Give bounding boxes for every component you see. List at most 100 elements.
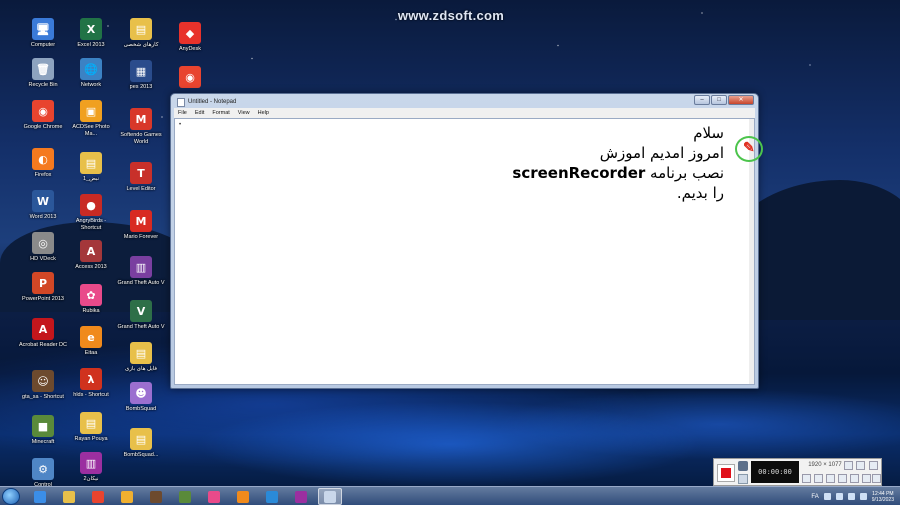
menu-help[interactable]: Help	[258, 110, 269, 116]
mouse-cursor-icon: ✎	[743, 139, 755, 155]
desktop-icon[interactable]: ▤ Rayan Pouya	[67, 412, 115, 443]
desktop-icon[interactable]: ⚙ Control	[19, 458, 67, 489]
clock-date: 9/13/2023	[871, 496, 894, 503]
recorder-tool-5[interactable]	[850, 474, 859, 483]
taskbar-ie-button[interactable]	[28, 488, 52, 505]
camera-icon[interactable]	[738, 461, 748, 471]
language-indicator[interactable]: FA	[811, 494, 818, 500]
app-icon: 🖥	[32, 18, 54, 40]
clock[interactable]: 12:44 PM 9/13/2023	[872, 491, 894, 503]
close-button[interactable]: ✕	[728, 95, 754, 105]
desktop-icon[interactable]: T Level Editor	[117, 162, 165, 193]
desktop-icon[interactable]: ◎ HD VDeck	[19, 232, 67, 263]
desktop-icon[interactable]: A Acrobat Reader DC	[19, 318, 67, 349]
minimize-button[interactable]: –	[694, 95, 710, 105]
record-stop-button[interactable]	[717, 464, 735, 482]
desktop-icon[interactable]: P PowerPoint 2013	[19, 272, 67, 303]
taskbar-rubika-button[interactable]	[202, 488, 226, 505]
desktop-icon[interactable]: ■ Minecraft	[19, 415, 67, 446]
taskbar-explorer-button[interactable]	[57, 488, 81, 505]
desktop-icon[interactable]: ▤ فایل های بازی	[117, 342, 165, 373]
desktop-icon-label: Google Chrome	[23, 124, 63, 130]
recorder-tool-2[interactable]	[814, 474, 823, 483]
desktop-icon-label: Computer	[30, 42, 56, 48]
desktop-icon[interactable]: ● AngryBirds - Shortcut	[67, 194, 115, 232]
taskbar-eitaa-button[interactable]	[231, 488, 255, 505]
taskbar-media-button[interactable]	[115, 488, 139, 505]
minimize-recorder-button[interactable]	[856, 461, 865, 470]
app-icon: ▤	[130, 342, 152, 364]
desktop-icon[interactable]: ☻ BombSquad	[117, 382, 165, 413]
recorder-settings-icon[interactable]	[872, 474, 881, 483]
desktop-icon[interactable]: W Word 2013	[19, 190, 67, 221]
recorder-tool-4[interactable]	[838, 474, 847, 483]
app-icon: ◎	[32, 232, 54, 254]
desktop-icon[interactable]: M Mario Forever	[117, 210, 165, 241]
desktop-icon[interactable]: ▤ BombSquad...	[117, 428, 165, 459]
desktop-icon[interactable]: e Eitaa	[67, 326, 115, 357]
desktop-icon[interactable]: ▦ pes 2013	[117, 60, 165, 91]
taskbar-edge-button[interactable]	[260, 488, 284, 505]
text-editor-area[interactable]: • سلام امروز امدیم اموزش نصب برنامه scre…	[174, 118, 755, 385]
desktop-icon[interactable]: 🌐 Network	[67, 58, 115, 89]
tray-volume-icon[interactable]	[847, 493, 855, 500]
desktop-icon[interactable]: 🖥 Computer	[19, 18, 67, 49]
desktop-icon[interactable]: 🗑 Recycle Bin	[19, 58, 67, 89]
taskbar-game-button[interactable]	[144, 488, 168, 505]
ie-icon	[34, 490, 46, 503]
desktop-icon-label: نیکان2	[83, 476, 99, 482]
desktop-icon[interactable]: ▥ Grand Theft Auto V	[117, 256, 165, 287]
screen-recorder-widget[interactable]: 00:00:00 1920 × 1077	[713, 458, 882, 486]
taskbar-winrar-button[interactable]	[289, 488, 313, 505]
app-icon: ▥	[80, 452, 102, 474]
recorder-tool-6[interactable]	[862, 474, 871, 483]
taskbar-notepad-button[interactable]	[318, 488, 342, 505]
app-icon: ☺	[32, 370, 54, 392]
desktop-icon[interactable]: λ hlds - Shortcut	[67, 368, 115, 399]
desktop-icon[interactable]: ✿ Rubika	[67, 284, 115, 315]
desktop-icon-label: Minecraft	[31, 439, 55, 445]
desktop-icon-label: Grand Theft Auto V	[117, 280, 165, 286]
desktop-icon-label: HD VDeck	[30, 256, 56, 262]
desktop-icon[interactable]: ◉	[166, 66, 214, 90]
desktop-icon[interactable]: ▥ نیکان2	[67, 452, 115, 483]
start-button[interactable]	[2, 488, 20, 505]
caret-marker: •	[179, 122, 182, 128]
desktop-icon[interactable]: ▤ کارهای شخصی	[117, 18, 165, 49]
desktop-icon[interactable]: M Softendo Games World	[117, 108, 165, 146]
desktop-icon[interactable]: ☺ gta_sa - Shortcut	[19, 370, 67, 401]
taskbar-chrome-button[interactable]	[86, 488, 110, 505]
app-icon: 🗑	[32, 58, 54, 80]
desktop-icon[interactable]: ◉ Google Chrome	[19, 100, 67, 131]
close-recorder-button[interactable]	[869, 461, 878, 470]
desktop-icon[interactable]: A Access 2013	[67, 240, 115, 271]
desktop-icon[interactable]: ▣ ACDSee Photo Ma...	[67, 100, 115, 138]
window-mode-button[interactable]	[844, 461, 853, 470]
app-icon: V	[130, 300, 152, 322]
system-tray: FA 12:44 PM 9/13/2023	[811, 487, 900, 505]
desktop-icon-label: BombSquad	[125, 406, 157, 412]
tray-battery-icon[interactable]	[859, 493, 867, 500]
menu-format[interactable]: Format	[212, 110, 229, 116]
notepad-titlebar[interactable]: Untitled - Notepad	[177, 96, 236, 108]
tray-flag-icon[interactable]	[823, 493, 831, 500]
desktop-icon[interactable]: ◆ AnyDesk	[166, 22, 214, 53]
menu-edit[interactable]: Edit	[195, 110, 204, 116]
desktop-icon-label: hlds - Shortcut	[73, 392, 109, 398]
desktop-icon[interactable]: ◐ Firefox	[19, 148, 67, 179]
tray-network-icon[interactable]	[835, 493, 843, 500]
desktop-icon[interactable]: ▤ نبض_1	[67, 152, 115, 183]
pause-button[interactable]	[738, 474, 748, 484]
taskbar: FA 12:44 PM 9/13/2023	[0, 486, 900, 505]
game-icon	[150, 490, 162, 503]
menu-view[interactable]: View	[238, 110, 250, 116]
recorder-tool-1[interactable]	[802, 474, 811, 483]
notepad-window[interactable]: Untitled - Notepad – □ ✕ File Edit Forma…	[170, 93, 759, 389]
menu-file[interactable]: File	[178, 110, 187, 116]
maximize-button[interactable]: □	[711, 95, 727, 105]
text-line-1: سلام	[693, 124, 724, 142]
recorder-tool-3[interactable]	[826, 474, 835, 483]
desktop-icon[interactable]: X Excel 2013	[67, 18, 115, 49]
taskbar-minecraft-button[interactable]	[173, 488, 197, 505]
desktop-icon[interactable]: V Grand Theft Auto V	[117, 300, 165, 331]
